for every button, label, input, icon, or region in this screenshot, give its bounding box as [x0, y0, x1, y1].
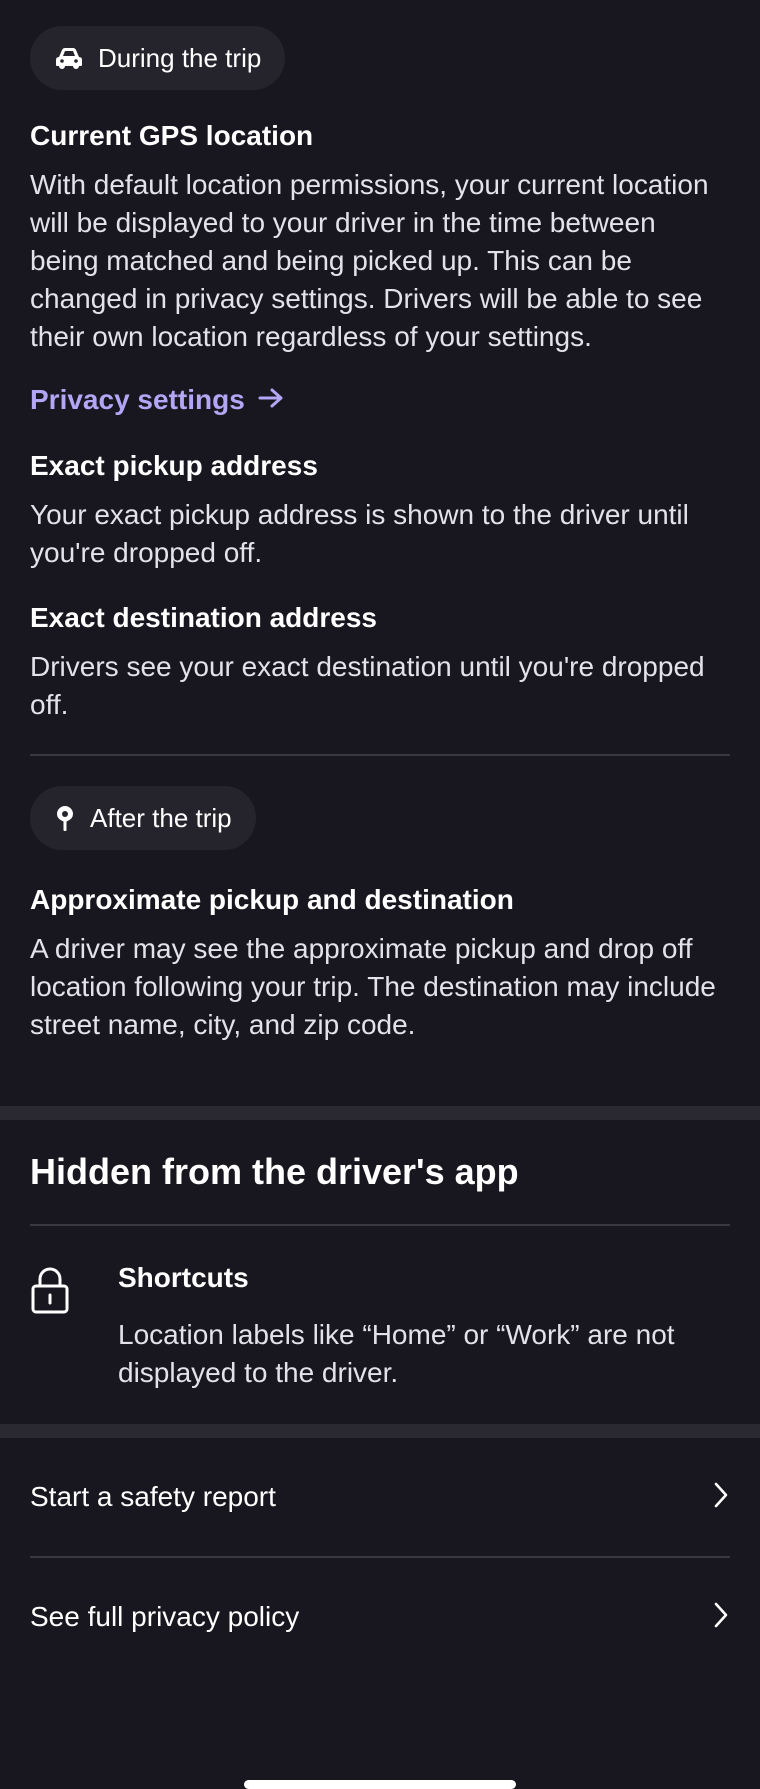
location-pin-icon	[54, 804, 76, 832]
section-separator	[0, 1424, 760, 1438]
start-safety-report-row[interactable]: Start a safety report	[30, 1438, 730, 1556]
chevron-right-icon	[712, 1481, 730, 1514]
destination-title: Exact destination address	[30, 602, 378, 633]
chevron-right-icon	[712, 1601, 730, 1634]
privacy-policy-row[interactable]: See full privacy policy	[30, 1558, 730, 1676]
gps-body: With default location permissions, your …	[30, 169, 709, 352]
privacy-policy-label: See full privacy policy	[30, 1601, 300, 1632]
lock-icon	[30, 1260, 118, 1319]
section-separator	[0, 1106, 760, 1120]
privacy-settings-link[interactable]: Privacy settings	[30, 382, 285, 418]
after-trip-section: After the trip Approximate pickup and de…	[0, 756, 760, 1044]
after-trip-label: After the trip	[90, 802, 232, 833]
pickup-title: Exact pickup address	[30, 450, 318, 481]
hidden-title: Hidden from the driver's app	[30, 1151, 519, 1192]
hidden-section: Hidden from the driver's app Shortcuts L…	[0, 1120, 760, 1392]
gps-title: Current GPS location	[30, 120, 314, 151]
shortcuts-body: Location labels like “Home” or “Work” ar…	[118, 1319, 675, 1388]
shortcuts-item: Shortcuts Location labels like “Home” or…	[30, 1260, 730, 1392]
during-trip-section: During the trip Current GPS location Wit…	[0, 0, 760, 756]
shortcuts-title: Shortcuts	[118, 1262, 249, 1293]
start-safety-report-label: Start a safety report	[30, 1481, 276, 1512]
after-trip-pill: After the trip	[30, 786, 256, 850]
during-trip-label: During the trip	[98, 42, 262, 73]
destination-body: Drivers see your exact destination until…	[30, 651, 705, 720]
arrow-right-icon	[257, 382, 285, 418]
approx-body: A driver may see the approximate pickup …	[30, 933, 716, 1040]
privacy-settings-label: Privacy settings	[30, 384, 245, 415]
pickup-body: Your exact pickup address is shown to th…	[30, 499, 689, 568]
home-indicator[interactable]	[244, 1780, 516, 1789]
during-trip-pill: During the trip	[30, 26, 286, 90]
car-icon	[54, 45, 84, 71]
approx-title: Approximate pickup and destination	[30, 884, 514, 915]
actions-section: Start a safety report See full privacy p…	[0, 1438, 760, 1676]
